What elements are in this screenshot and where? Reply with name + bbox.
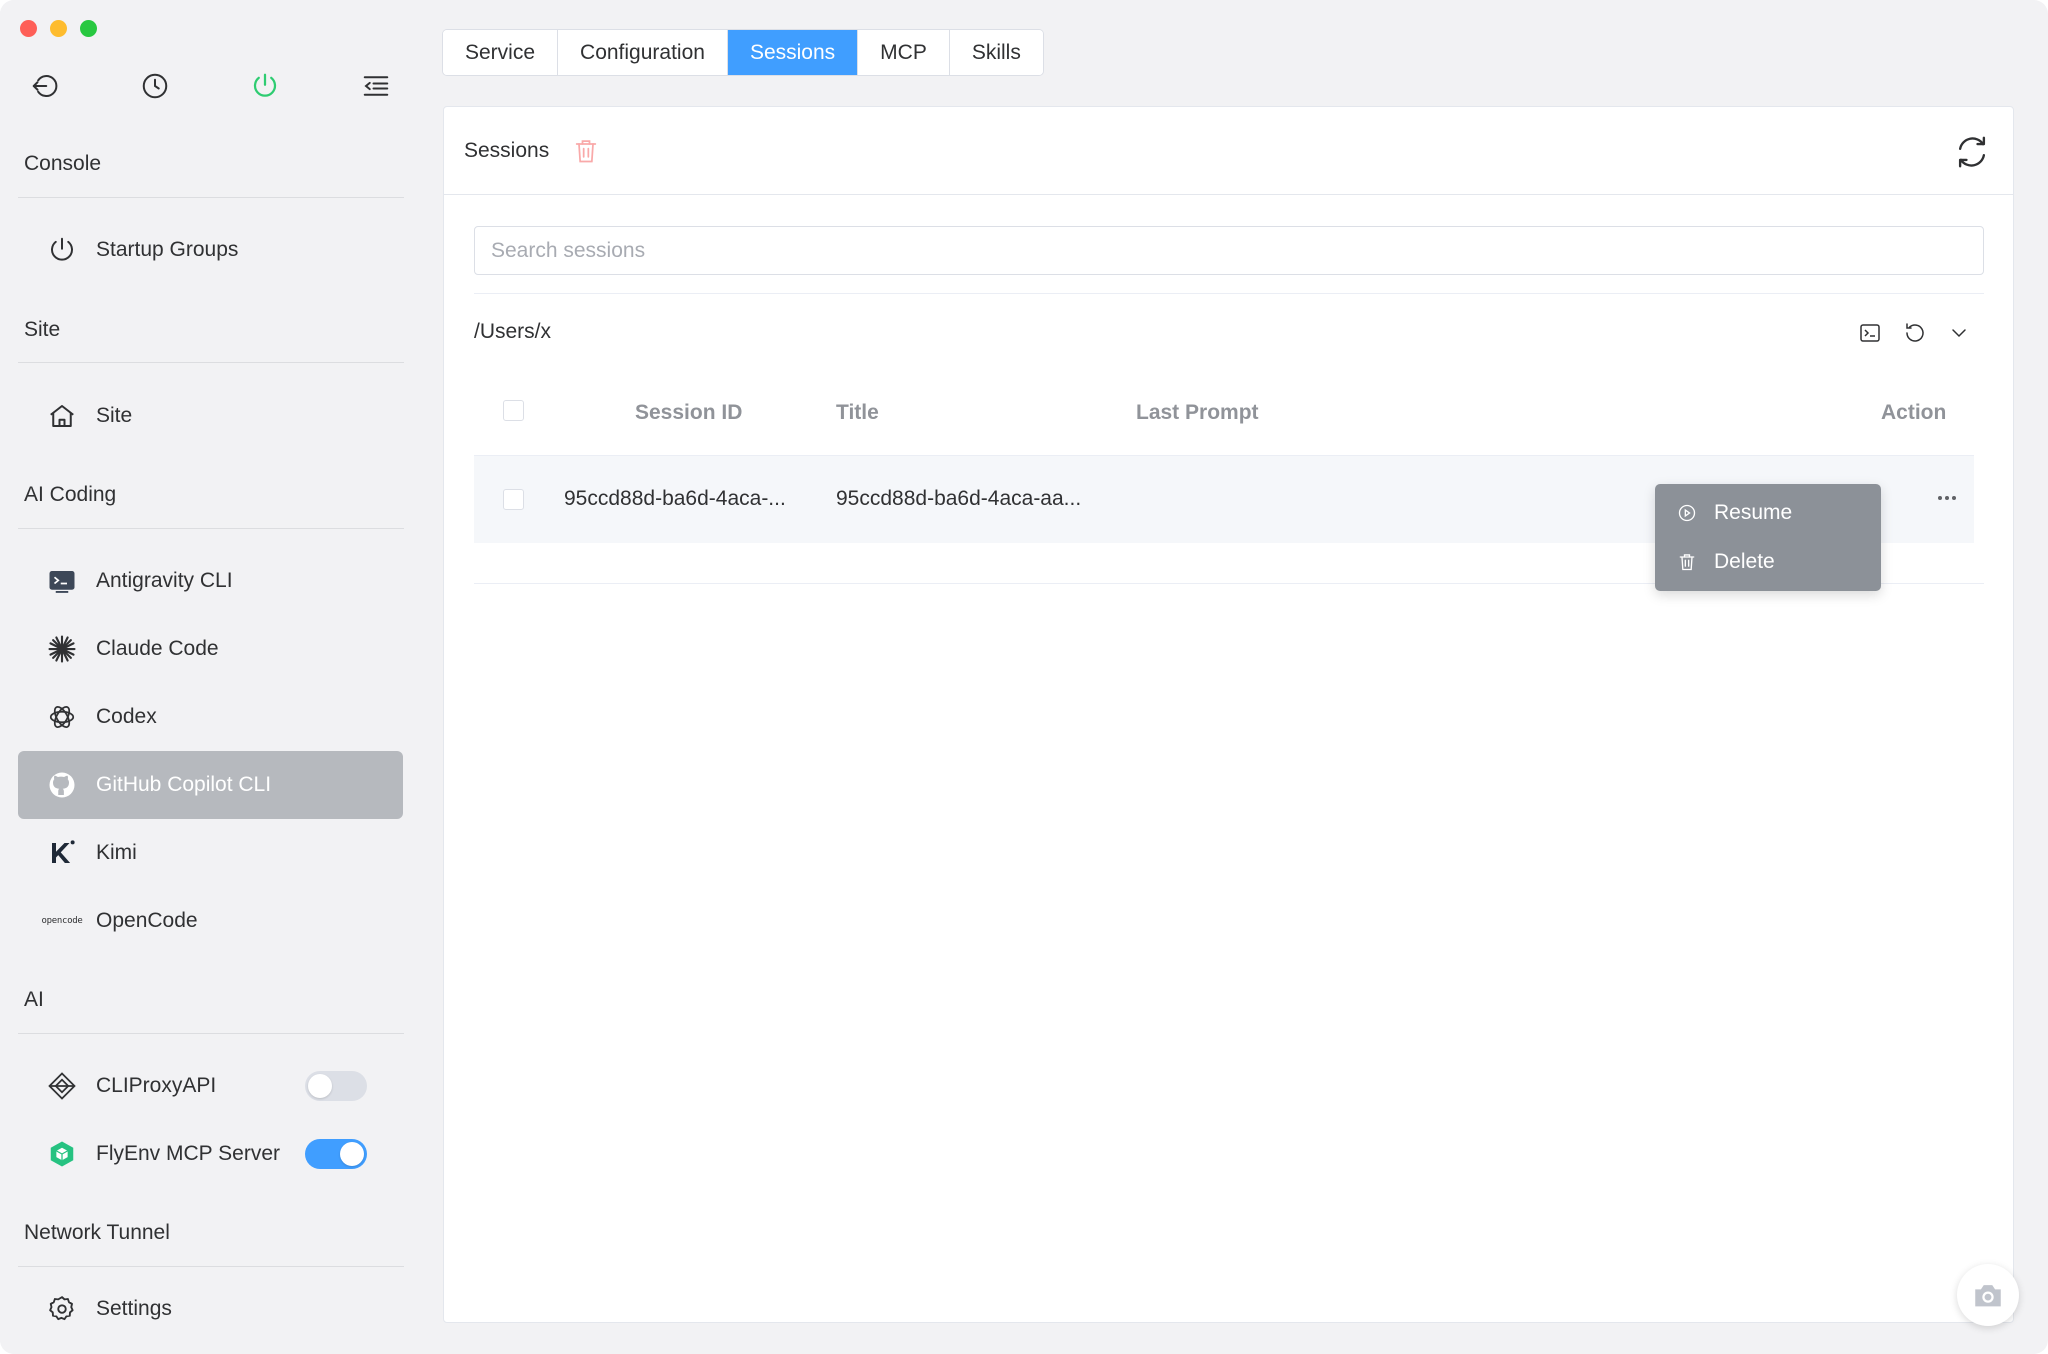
tab-mcp[interactable]: MCP <box>858 30 950 75</box>
section-ai: AI <box>24 988 44 1011</box>
column-header-last-prompt: Last Prompt <box>1136 401 1259 424</box>
trash-icon <box>1679 554 1695 571</box>
sidebar-item-label: OpenCode <box>96 909 198 932</box>
sidebar-item-opencode[interactable]: opencode OpenCode <box>18 887 403 955</box>
sidebar: Console Startup Groups Site Site AI Codi… <box>0 0 418 1354</box>
github-icon <box>44 767 80 803</box>
tab-skills[interactable]: Skills <box>949 30 1043 75</box>
kimi-logo-icon <box>44 835 80 871</box>
title-cell: 95ccd88d-ba6d-4aca-aa... <box>836 487 1082 510</box>
search-input[interactable] <box>474 226 1984 275</box>
refresh-icon[interactable] <box>1953 133 1991 171</box>
trash-icon[interactable] <box>572 137 600 165</box>
cube-icon <box>44 1136 80 1172</box>
sidebar-item-github-copilot-cli[interactable]: GitHub Copilot CLI <box>18 751 403 819</box>
chevron-down-icon <box>1952 329 1966 338</box>
minimize-window-button[interactable] <box>50 20 67 37</box>
sidebar-item-antigravity-cli[interactable]: Antigravity CLI <box>18 547 403 615</box>
terminal-icon <box>44 563 80 599</box>
terminal-icon <box>1860 324 1880 342</box>
card-header: Sessions <box>444 107 2013 195</box>
tab-configuration[interactable]: Configuration <box>558 30 728 75</box>
menu-item-label: Resume <box>1714 501 1793 524</box>
sidebar-item-flyenv-mcp-server[interactable]: FlyEnv MCP Server <box>18 1120 403 1188</box>
delete-menu-item[interactable]: Delete <box>1655 538 1881 586</box>
section-console: Console <box>24 152 102 175</box>
open-terminal-button[interactable] <box>1854 317 1886 349</box>
sidebar-item-label: CLIProxyAPI <box>96 1074 217 1097</box>
cliproxyapi-toggle[interactable] <box>305 1071 367 1101</box>
maximize-window-button[interactable] <box>80 20 97 37</box>
sidebar-item-label: Settings <box>96 1297 172 1320</box>
camera-icon <box>1975 1285 2001 1307</box>
row-action-menu: Resume Delete <box>1655 484 1881 591</box>
sessions-card: Sessions /Users/x Session ID Title Last … <box>443 106 2014 1323</box>
gear-icon <box>44 1291 80 1327</box>
tab-bar: Service Configuration Sessions MCP Skill… <box>442 29 1044 76</box>
sidebar-item-label: Claude Code <box>96 637 219 660</box>
power-icon <box>44 232 80 268</box>
sidebar-item-startup-groups[interactable]: Startup Groups <box>18 216 403 284</box>
app-window: Console Startup Groups Site Site AI Codi… <box>0 0 2048 1354</box>
reload-path-button[interactable] <box>1899 317 1931 349</box>
opencode-logo-icon: opencode <box>41 916 83 926</box>
column-header-session-id: Session ID <box>635 401 743 424</box>
power-button[interactable] <box>247 68 283 104</box>
sidebar-item-settings[interactable]: Settings <box>18 1275 403 1343</box>
session-id-cell: 95ccd88d-ba6d-4aca-... <box>564 487 786 510</box>
window-controls <box>20 20 97 37</box>
claude-starburst-icon <box>44 631 80 667</box>
column-header-action: Action <box>1881 401 1947 424</box>
sidebar-item-label: Startup Groups <box>96 238 239 261</box>
sidebar-item-codex[interactable]: Codex <box>18 683 403 751</box>
sidebar-item-label: Antigravity CLI <box>96 569 233 592</box>
project-path: /Users/x <box>474 320 552 343</box>
back-button[interactable] <box>27 68 63 104</box>
section-site: Site <box>24 318 61 341</box>
sidebar-item-cliproxyapi[interactable]: CLIProxyAPI <box>18 1052 403 1120</box>
sidebar-item-claude-code[interactable]: Claude Code <box>18 615 403 683</box>
section-ai-coding: AI Coding <box>24 483 117 506</box>
power-icon <box>253 73 277 97</box>
resume-menu-item[interactable]: Resume <box>1655 489 1881 537</box>
more-actions-icon[interactable] <box>1932 488 1962 508</box>
card-title: Sessions <box>464 139 550 162</box>
sidebar-item-kimi[interactable]: Kimi <box>18 819 403 887</box>
sidebar-item-site[interactable]: Site <box>18 382 403 450</box>
play-circle-icon <box>1678 504 1696 522</box>
openai-icon <box>44 699 80 735</box>
sidebar-item-label: Site <box>96 404 133 427</box>
screenshot-button[interactable] <box>1957 1264 2019 1326</box>
close-window-button[interactable] <box>20 20 37 37</box>
divider <box>18 197 404 198</box>
divider <box>474 293 1984 294</box>
divider <box>18 362 404 363</box>
row-checkbox[interactable] <box>503 489 524 510</box>
home-icon <box>44 398 80 434</box>
section-network-tunnel: Network Tunnel <box>24 1221 170 1244</box>
logout-icon <box>32 75 58 97</box>
sidebar-item-label: Kimi <box>96 841 137 864</box>
collapse-path-button[interactable] <box>1943 317 1975 349</box>
divider <box>18 1033 404 1034</box>
clock-icon <box>142 73 168 99</box>
column-header-title: Title <box>836 401 879 424</box>
diamond-network-icon <box>44 1068 80 1104</box>
sidebar-item-label: GitHub Copilot CLI <box>96 773 272 796</box>
sidebar-item-label: FlyEnv MCP Server <box>96 1142 280 1165</box>
flyenv-mcp-server-toggle[interactable] <box>305 1139 367 1169</box>
menu-item-label: Delete <box>1714 550 1775 573</box>
sidebar-item-label: Codex <box>96 705 157 728</box>
menu-fold-icon <box>363 76 389 96</box>
collapse-menu-button[interactable] <box>358 68 394 104</box>
divider <box>18 1266 404 1267</box>
tab-service[interactable]: Service <box>443 30 559 75</box>
divider <box>18 528 404 529</box>
history-button[interactable] <box>137 68 173 104</box>
select-all-checkbox[interactable] <box>503 400 524 421</box>
rotate-left-icon <box>1906 323 1924 342</box>
tab-sessions[interactable]: Sessions <box>727 30 859 75</box>
sidebar-toolbar <box>0 68 418 108</box>
